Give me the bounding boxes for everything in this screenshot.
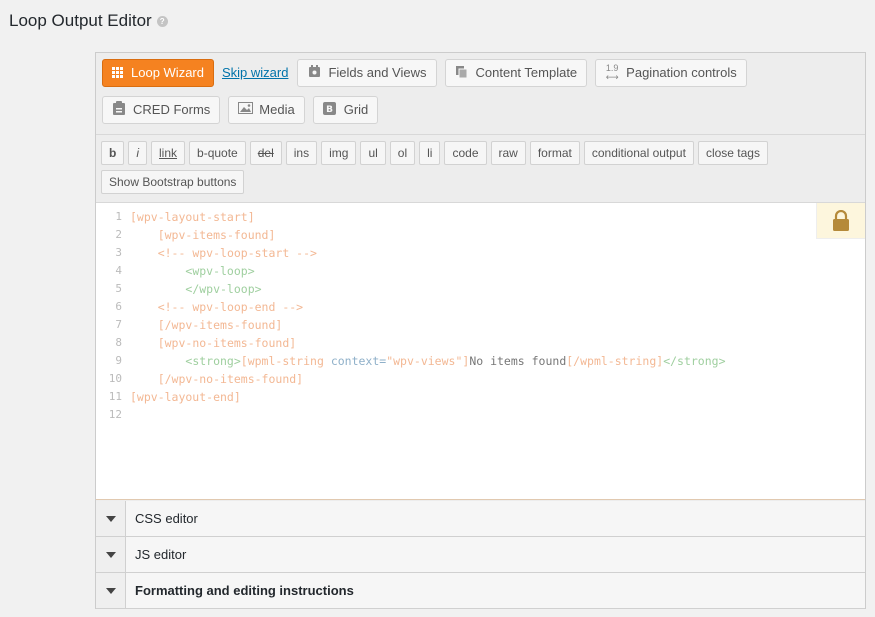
caret-down-icon: [105, 587, 116, 594]
quicktag-del[interactable]: del: [249, 141, 282, 165]
editor-toolbar: Loop Wizard Skip wizard Fields and Views…: [96, 53, 865, 135]
content-template-label: Content Template: [475, 65, 578, 80]
code-line[interactable]: [/wpv-no-items-found]: [130, 370, 726, 388]
grid-label: Grid: [343, 102, 369, 117]
cred-forms-label: CRED Forms: [133, 102, 211, 117]
code-line[interactable]: [130, 406, 726, 424]
line-number: 11: [108, 390, 122, 403]
show-bootstrap-buttons[interactable]: Show Bootstrap buttons: [101, 170, 245, 194]
formatting-instructions-section[interactable]: Formatting and editing instructions: [96, 573, 865, 609]
code-line[interactable]: [wpv-items-found]: [130, 226, 726, 244]
line-number: 10: [108, 372, 122, 385]
quicktag-raw[interactable]: raw: [490, 141, 526, 165]
quicktag-link[interactable]: link: [151, 141, 186, 165]
code-line[interactable]: <wpv-loop>: [130, 262, 726, 280]
line-number: 2: [115, 228, 122, 241]
code-content[interactable]: [wpv-layout-start] [wpv-items-found] <!-…: [130, 208, 726, 424]
help-icon[interactable]: ?: [156, 15, 168, 27]
formatting-instructions-toggle[interactable]: [96, 573, 126, 608]
caret-down-icon: [105, 515, 116, 522]
bootstrap-icon: B: [323, 101, 337, 118]
caret-down-icon: [105, 551, 116, 558]
line-number: 5: [115, 282, 122, 295]
code-line[interactable]: [/wpv-items-found]: [130, 316, 726, 334]
js-editor-toggle[interactable]: [96, 537, 126, 572]
code-line[interactable]: <!-- wpv-loop-end -->: [130, 298, 726, 316]
svg-text:B: B: [326, 105, 333, 115]
code-line[interactable]: [wpv-no-items-found]: [130, 334, 726, 352]
code-line[interactable]: [wpv-layout-end]: [130, 388, 726, 406]
quicktag-conditional-output[interactable]: conditional output: [583, 141, 694, 165]
line-number: 8: [115, 336, 122, 349]
quicktags-bar: b i link b-quote del ins img ul ol li code raw forma…: [96, 135, 865, 203]
line-number: 9: [115, 354, 122, 367]
quicktag-b[interactable]: b: [101, 141, 125, 165]
code-line[interactable]: <strong>[wpml-string context="wpv-views"…: [130, 352, 725, 370]
code-line[interactable]: [wpv-layout-start]: [130, 208, 726, 226]
code-line[interactable]: <!-- wpv-loop-start -->: [130, 244, 726, 262]
page-title-text: Loop Output Editor: [9, 11, 152, 30]
js-editor-label: JS editor: [135, 547, 187, 562]
quicktag-ins[interactable]: ins: [285, 141, 318, 165]
loop-wizard-label: Loop Wizard: [131, 65, 204, 80]
quicktag-b-quote[interactable]: b-quote: [189, 141, 246, 165]
skip-wizard-link[interactable]: Skip wizard: [222, 65, 288, 80]
pagination-controls-button[interactable]: 1.9 ⟷ Pagination controls: [595, 58, 747, 87]
formatting-instructions-label: Formatting and editing instructions: [135, 583, 354, 598]
fields-and-views-button[interactable]: Fields and Views: [297, 58, 437, 87]
css-editor-toggle[interactable]: [96, 501, 126, 536]
fields-and-views-label: Fields and Views: [328, 65, 427, 80]
copy-icon: [455, 65, 469, 81]
css-editor-section[interactable]: CSS editor: [96, 501, 865, 537]
loop-output-editor-panel: Loop Wizard Skip wizard Fields and Views…: [95, 52, 866, 609]
media-button[interactable]: Media: [228, 95, 305, 124]
line-number: 3: [115, 246, 122, 259]
lock-icon: [833, 210, 849, 231]
quicktag-ol[interactable]: ol: [389, 141, 416, 165]
clipboard-icon: [112, 101, 126, 118]
views-icon: [307, 64, 321, 81]
line-number: 6: [115, 300, 122, 313]
table-icon: [112, 67, 123, 78]
code-line[interactable]: </wpv-loop>: [130, 280, 726, 298]
pagination-controls-label: Pagination controls: [626, 65, 737, 80]
cred-forms-button[interactable]: CRED Forms: [102, 95, 221, 124]
grid-button[interactable]: B Grid: [312, 95, 379, 124]
image-icon: [238, 102, 254, 117]
media-label: Media: [259, 102, 295, 117]
lock-button[interactable]: [816, 203, 865, 239]
line-number: 7: [115, 318, 122, 331]
line-number: 12: [108, 408, 122, 421]
css-editor-label: CSS editor: [135, 511, 198, 526]
pagination-icon: 1.9 ⟷: [605, 62, 619, 82]
quicktag-img[interactable]: img: [321, 141, 357, 165]
editor-sections: CSS editor JS editor Formatting and edit…: [96, 501, 865, 609]
quicktag-code[interactable]: code: [444, 141, 487, 165]
page-title: Loop Output Editor ?: [9, 11, 168, 31]
line-number: 1: [115, 210, 122, 223]
line-number: 4: [115, 264, 122, 277]
js-editor-section[interactable]: JS editor: [96, 537, 865, 573]
quicktag-close-tags[interactable]: close tags: [697, 141, 768, 165]
code-editor[interactable]: 1 2 3 4 5 6 7 8 9 10 11 12 [wpv-layout-start] [wpv-…: [96, 203, 865, 500]
quicktag-li[interactable]: li: [419, 141, 441, 165]
quicktag-format[interactable]: format: [529, 141, 580, 165]
content-template-button[interactable]: Content Template: [444, 58, 588, 87]
quicktag-ul[interactable]: ul: [360, 141, 386, 165]
quicktag-i[interactable]: i: [128, 141, 148, 165]
loop-wizard-button[interactable]: Loop Wizard: [102, 58, 214, 87]
